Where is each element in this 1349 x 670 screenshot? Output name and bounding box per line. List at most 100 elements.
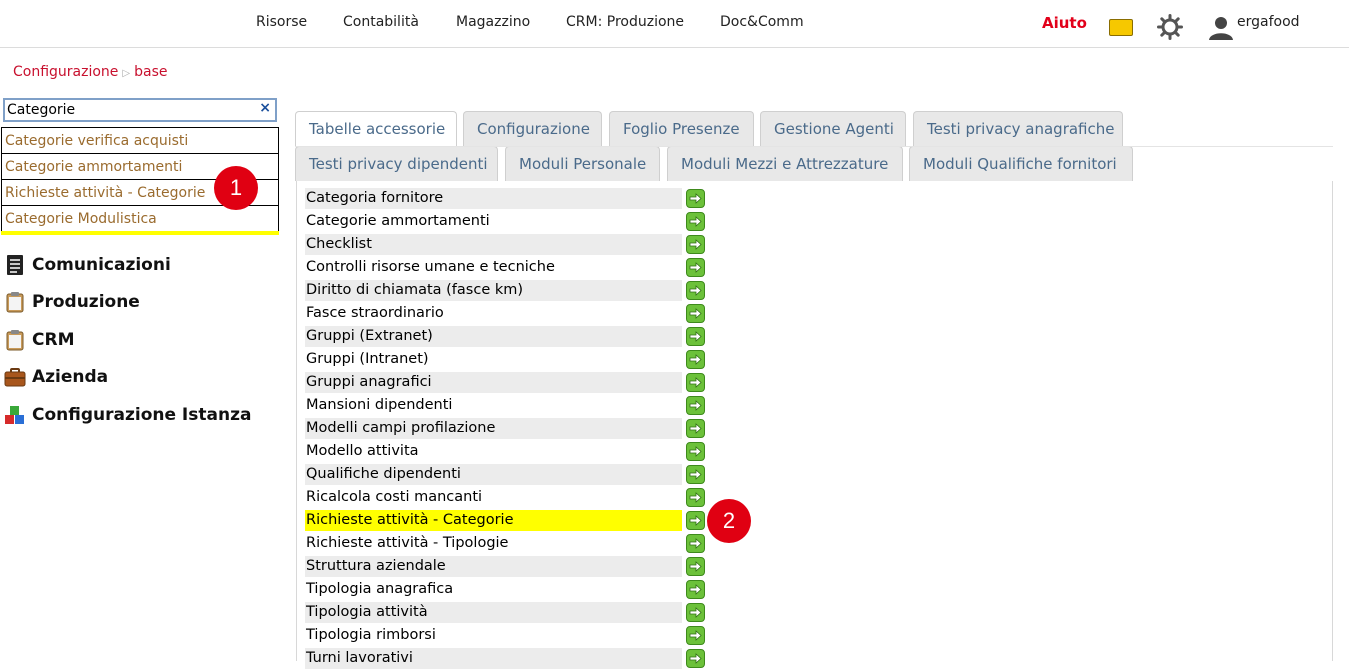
table-row-label[interactable]: Fasce straordinario (305, 303, 682, 324)
open-arrow-icon[interactable] (686, 442, 705, 461)
open-arrow-icon[interactable] (686, 626, 705, 645)
tab-moduli-personale[interactable]: Moduli Personale (505, 146, 660, 181)
help-link[interactable]: Aiuto (1042, 14, 1087, 32)
gear-icon[interactable] (1157, 14, 1183, 40)
table-row: Tipologia rimborsi (305, 624, 705, 647)
table-row: Tipologia anagrafica (305, 578, 705, 601)
table-row-label[interactable]: Tipologia attività (305, 602, 682, 623)
open-arrow-icon[interactable] (686, 235, 705, 254)
table-row: Diritto di chiamata (fasce km) (305, 279, 705, 302)
table-row-label[interactable]: Qualifiche dipendenti (305, 464, 682, 485)
table-row: Gruppi anagrafici (305, 371, 705, 394)
user-name[interactable]: ergafood (1237, 14, 1300, 30)
table-row: Qualifiche dipendenti (305, 463, 705, 486)
tab-tabelle-accessorie[interactable]: Tabelle accessorie (295, 111, 457, 146)
table-row: Ricalcola costi mancanti (305, 486, 705, 509)
step-badge-1: 1 (214, 166, 258, 210)
open-arrow-icon[interactable] (686, 649, 705, 668)
open-arrow-icon[interactable] (686, 396, 705, 415)
table-row: Richieste attività - Tipologie (305, 532, 705, 555)
menu-item-produzione[interactable]: Produzione (4, 284, 251, 322)
table-row: Tipologia attività (305, 601, 705, 624)
table-row: Fasce straordinario (305, 302, 705, 325)
search-box: × (3, 98, 277, 122)
table-row-label[interactable]: Categoria fornitore (305, 188, 682, 209)
table-row: Modello attivita (305, 440, 705, 463)
table-row-label[interactable]: Modelli campi profilazione (305, 418, 682, 439)
table-row-label[interactable]: Ricalcola costi mancanti (305, 487, 682, 508)
table-row-label[interactable]: Turni lavorativi (305, 648, 682, 669)
open-arrow-icon[interactable] (686, 511, 705, 530)
open-arrow-icon[interactable] (686, 281, 705, 300)
open-arrow-icon[interactable] (686, 534, 705, 553)
open-arrow-icon[interactable] (686, 603, 705, 622)
user-icon[interactable] (1208, 15, 1234, 41)
briefcase-icon (4, 368, 26, 387)
tab-separator (295, 146, 1333, 147)
open-arrow-icon[interactable] (686, 350, 705, 369)
open-arrow-icon[interactable] (686, 373, 705, 392)
open-arrow-icon[interactable] (686, 465, 705, 484)
mail-icon[interactable] (1109, 19, 1133, 36)
menu-item-crm[interactable]: CRM (4, 321, 251, 359)
table-row: Modelli campi profilazione (305, 417, 705, 440)
table-row-label[interactable]: Tipologia anagrafica (305, 579, 682, 600)
table-row: Controlli risorse umane e tecniche (305, 256, 705, 279)
open-arrow-icon[interactable] (686, 580, 705, 599)
table-row: Categoria fornitore (305, 187, 705, 210)
left-menu: Comunicazioni Produzione CRM Azienda Con… (4, 246, 251, 434)
table-row-label[interactable]: Gruppi anagrafici (305, 372, 682, 393)
clipboard-icon (6, 292, 24, 313)
tab-moduli-qualifiche-fornitori[interactable]: Moduli Qualifiche fornitori (909, 146, 1133, 181)
table-row-label[interactable]: Gruppi (Extranet) (305, 326, 682, 347)
tab-configurazione[interactable]: Configurazione (463, 111, 602, 146)
table-row-label[interactable]: Struttura aziendale (305, 556, 682, 577)
menu-item-comunicazioni[interactable]: Comunicazioni (4, 246, 251, 284)
open-arrow-icon[interactable] (686, 557, 705, 576)
table-row-label[interactable]: Mansioni dipendenti (305, 395, 682, 416)
document-list-icon (7, 254, 23, 275)
nav-contabilita[interactable]: Contabilità (343, 14, 419, 30)
table-row-label[interactable]: Controlli risorse umane e tecniche (305, 257, 682, 278)
table-row: Mansioni dipendenti (305, 394, 705, 417)
tab-moduli-mezzi-attrezzature[interactable]: Moduli Mezzi e Attrezzature (667, 146, 903, 181)
menu-item-configurazione-istanza[interactable]: Configurazione Istanza (4, 396, 251, 434)
menu-item-azienda[interactable]: Azienda (4, 359, 251, 397)
table-row-label[interactable]: Checklist (305, 234, 682, 255)
open-arrow-icon[interactable] (686, 327, 705, 346)
open-arrow-icon[interactable] (686, 189, 705, 208)
tab-testi-privacy-anagrafiche[interactable]: Testi privacy anagrafiche (913, 111, 1123, 146)
nav-doc-comm[interactable]: Doc&Comm (720, 14, 804, 30)
top-navigation: Risorse Contabilità Magazzino CRM: Produ… (0, 0, 1349, 48)
table-row-label[interactable]: Tipologia rimborsi (305, 625, 682, 646)
menu-item-label: Comunicazioni (32, 254, 171, 275)
nav-crm-produzione[interactable]: CRM: Produzione (566, 14, 684, 30)
search-input[interactable] (7, 101, 247, 119)
clipboard-icon (6, 329, 24, 351)
nav-magazzino[interactable]: Magazzino (456, 14, 530, 30)
menu-item-label: Produzione (32, 292, 140, 313)
open-arrow-icon[interactable] (686, 419, 705, 438)
breadcrumb-separator-icon: ▷ (122, 68, 131, 79)
open-arrow-icon[interactable] (686, 258, 705, 277)
suggestion-item[interactable]: Categorie verifica acquisti (2, 128, 278, 154)
table-row: Checklist (305, 233, 705, 256)
table-row-label[interactable]: Gruppi (Intranet) (305, 349, 682, 370)
table-row-label[interactable]: Richieste attività - Categorie (305, 510, 682, 531)
breadcrumb-current[interactable]: base (134, 64, 167, 80)
table-row-label[interactable]: Diritto di chiamata (fasce km) (305, 280, 682, 301)
open-arrow-icon[interactable] (686, 304, 705, 323)
table-row-label[interactable]: Categorie ammortamenti (305, 211, 682, 232)
clear-search-icon[interactable]: × (259, 100, 271, 116)
tab-testi-privacy-dipendenti[interactable]: Testi privacy dipendenti (295, 146, 498, 181)
nav-risorse[interactable]: Risorse (256, 14, 307, 30)
open-arrow-icon[interactable] (686, 488, 705, 507)
table-row: Gruppi (Extranet) (305, 325, 705, 348)
table-row-label[interactable]: Modello attivita (305, 441, 682, 462)
open-arrow-icon[interactable] (686, 212, 705, 231)
menu-item-label: CRM (32, 329, 75, 350)
breadcrumb-root[interactable]: Configurazione (13, 64, 118, 80)
tab-foglio-presenze[interactable]: Foglio Presenze (609, 111, 754, 146)
tab-gestione-agenti[interactable]: Gestione Agenti (760, 111, 906, 146)
table-row-label[interactable]: Richieste attività - Tipologie (305, 533, 682, 554)
